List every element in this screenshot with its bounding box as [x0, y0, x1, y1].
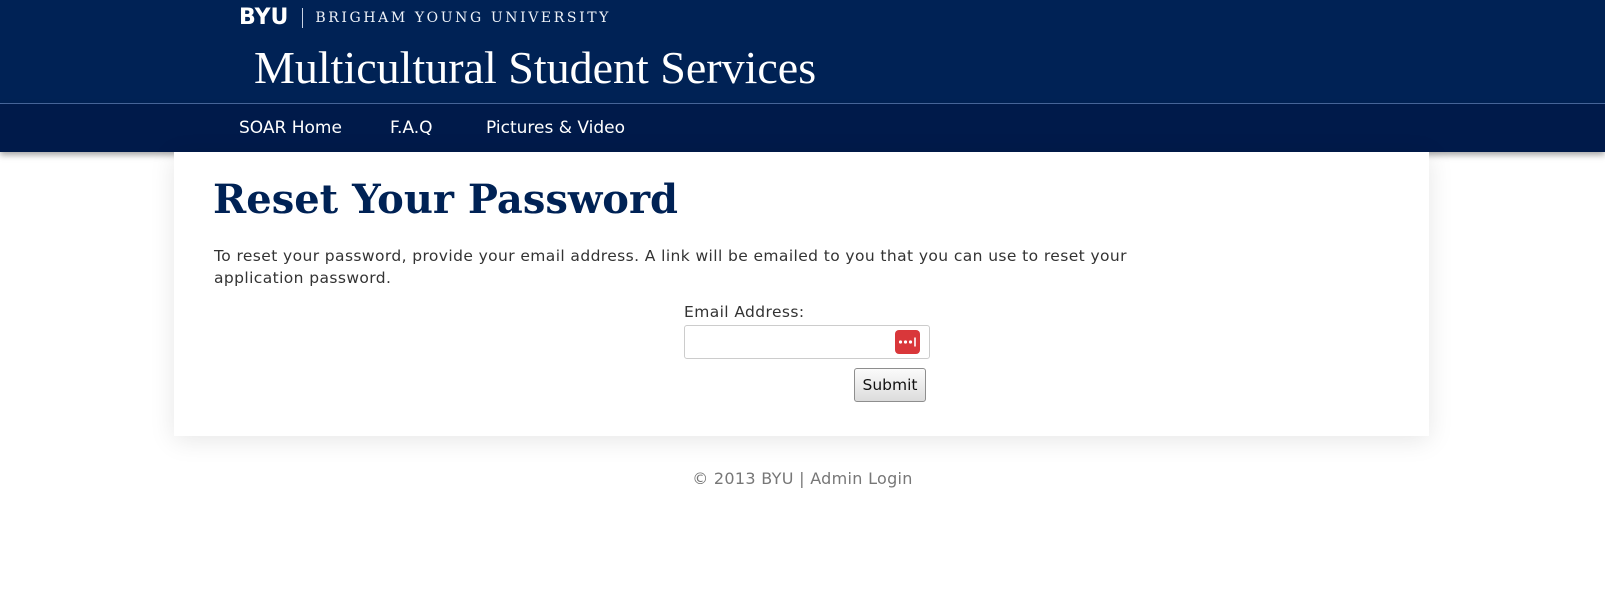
- main-nav: SOAR Home F.A.Q Pictures & Video: [0, 104, 1605, 152]
- brand-row: BYU BRIGHAM YOUNG UNIVERSITY: [239, 6, 611, 30]
- university-name[interactable]: BRIGHAM YOUNG UNIVERSITY: [315, 10, 611, 26]
- nav-item-soar-home[interactable]: SOAR Home: [239, 104, 342, 152]
- content-card: Reset Your Password To reset your passwo…: [174, 152, 1429, 436]
- instructions-text: To reset your password, provide your ema…: [214, 247, 1127, 287]
- page-title: Reset Your Password: [213, 176, 679, 223]
- site-title[interactable]: Multicultural Student Services: [254, 40, 816, 96]
- email-label: Email Address:: [684, 303, 805, 321]
- admin-login-link[interactable]: Admin Login: [810, 469, 913, 488]
- nav-item-pictures-video[interactable]: Pictures & Video: [486, 104, 625, 152]
- email-field[interactable]: [685, 326, 885, 358]
- submit-button[interactable]: Submit: [854, 368, 926, 402]
- site-header: BYU BRIGHAM YOUNG UNIVERSITY Multicultur…: [0, 0, 1605, 104]
- byu-logo[interactable]: BYU: [239, 7, 288, 29]
- footer: © 2013 BYU | Admin Login: [0, 469, 1605, 488]
- dots-icon: [898, 337, 916, 347]
- footer-separator: |: [799, 469, 805, 488]
- brand-divider: [302, 8, 304, 28]
- password-manager-icon[interactable]: [895, 330, 920, 354]
- copyright-text: © 2013 BYU: [692, 469, 794, 488]
- email-field-wrapper: [684, 325, 930, 359]
- nav-item-faq[interactable]: F.A.Q: [390, 104, 433, 152]
